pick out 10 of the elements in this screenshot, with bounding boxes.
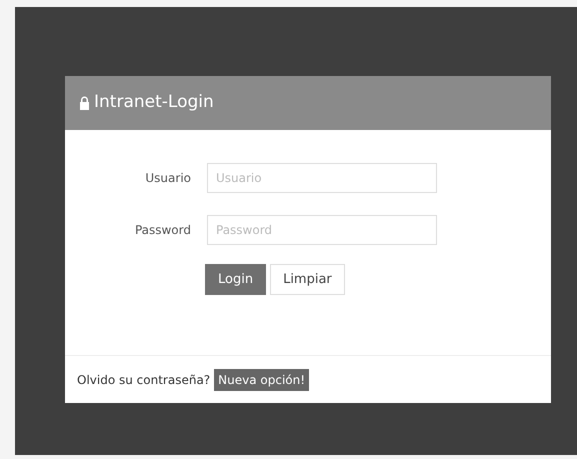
input-field[interactable]: Usuario [207, 163, 437, 193]
field-label: Password [134, 222, 191, 239]
field-label: Usuario [144, 170, 191, 187]
login-button[interactable]: Login [205, 264, 266, 295]
panel-title: Intranet-Login [94, 91, 214, 114]
new-option-badge: Nueva opción! [214, 368, 310, 390]
lock-icon [79, 96, 90, 110]
footer-text: Olvido su contraseña? [77, 372, 210, 388]
clear-button[interactable]: Limpiar [270, 264, 345, 295]
input-field[interactable]: Password [207, 215, 437, 245]
